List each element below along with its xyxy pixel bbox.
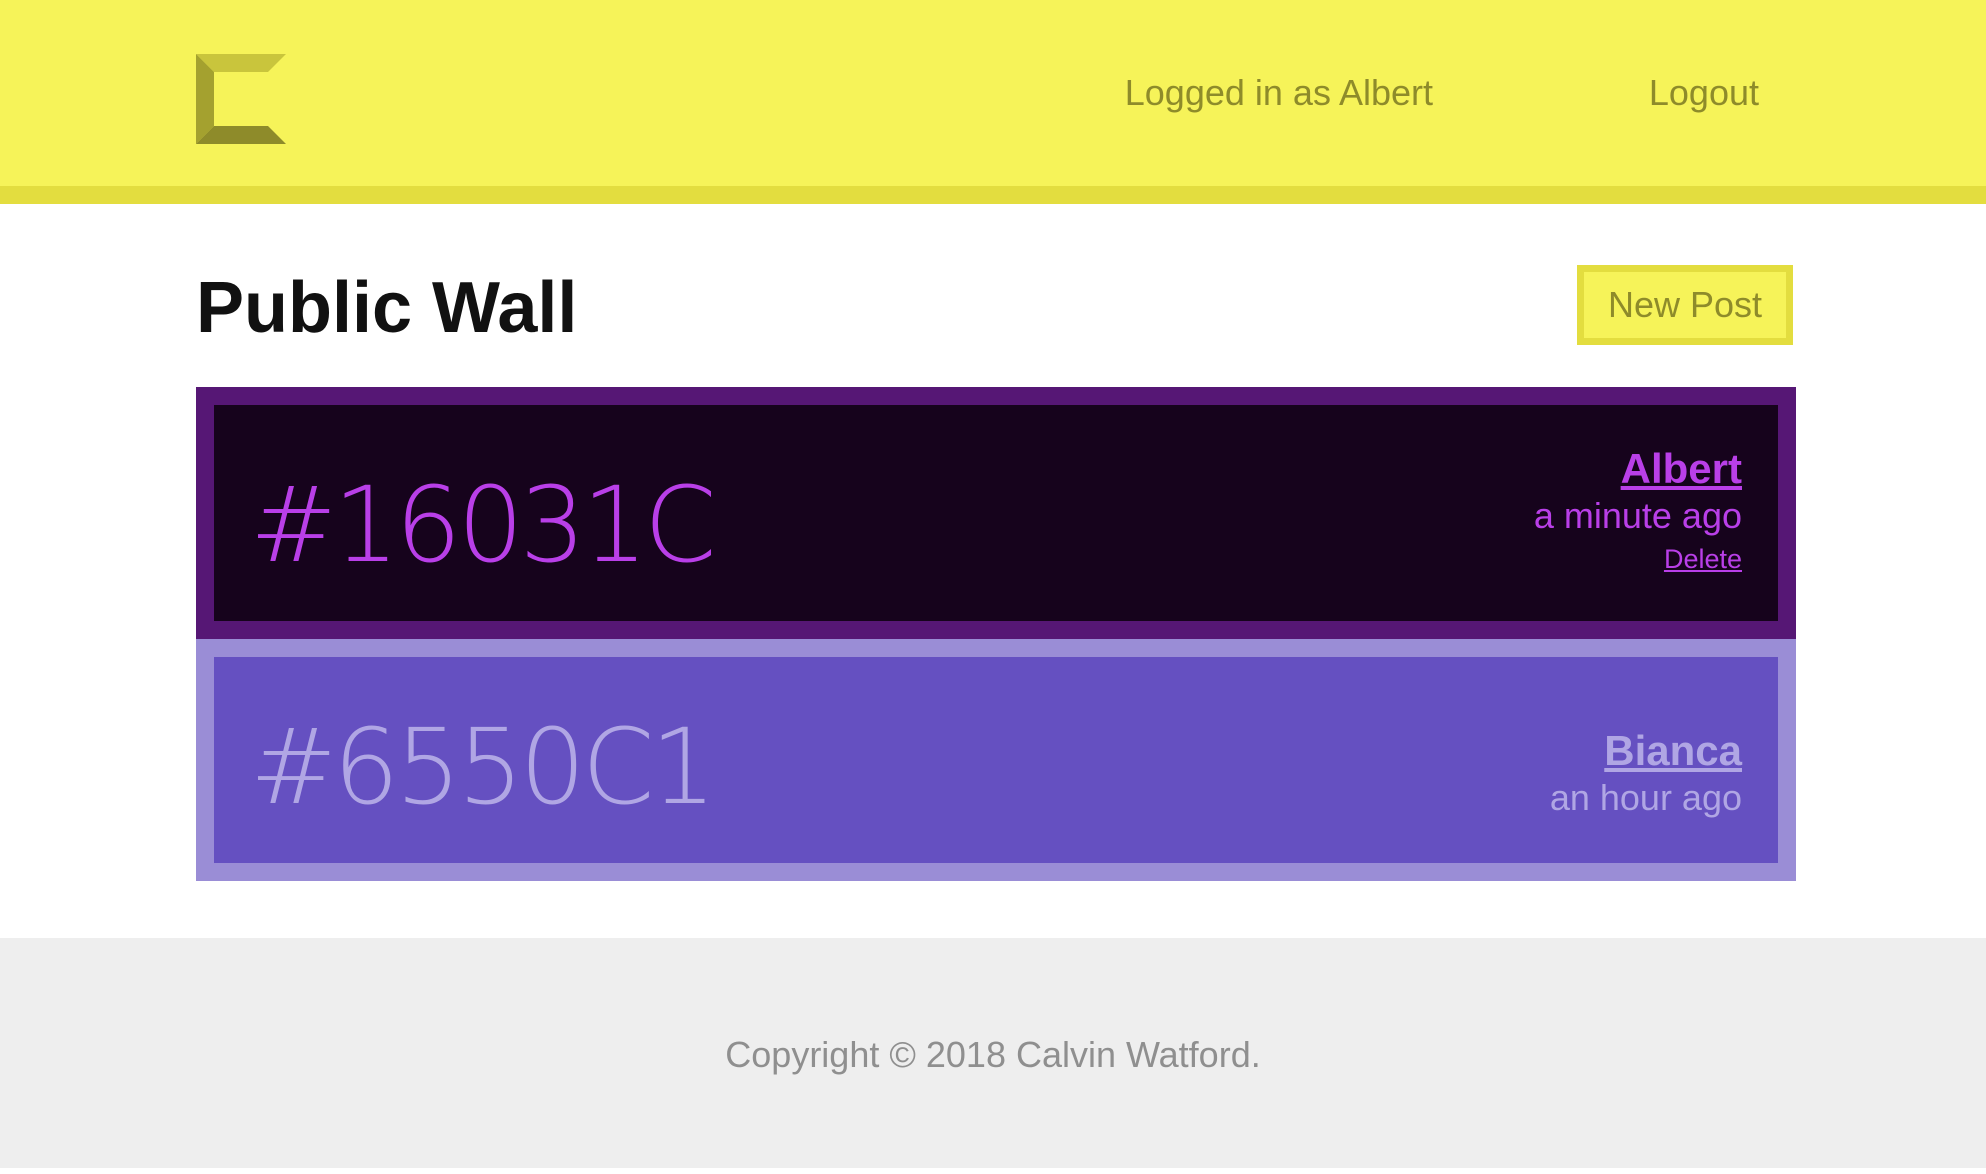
- post-meta: Albert a minute ago Delete: [1534, 445, 1742, 579]
- logout-link[interactable]: Logout: [1649, 70, 1759, 116]
- post-author-link[interactable]: Bianca: [1550, 727, 1742, 775]
- post-color-code: #16031C: [250, 464, 717, 586]
- post-card: #16031C Albert a minute ago Delete: [196, 387, 1796, 639]
- post-color-code: #6550C1: [250, 706, 717, 828]
- delete-post-link[interactable]: Delete: [1534, 539, 1742, 579]
- new-post-button[interactable]: New Post: [1577, 265, 1793, 345]
- post-card: #6550C1 Bianca an hour ago: [196, 639, 1796, 881]
- site-header: Logged in as Albert Logout: [0, 0, 1986, 204]
- copyright-text: Copyright © 2018 Calvin Watford.: [725, 1034, 1261, 1075]
- post-author-link[interactable]: Albert: [1534, 445, 1742, 493]
- calvin-c-logo-icon[interactable]: [196, 54, 286, 144]
- site-footer: Copyright © 2018 Calvin Watford.: [0, 938, 1986, 1168]
- logged-in-user-text: Logged in as Albert: [1124, 72, 1433, 113]
- post-timestamp: a minute ago: [1533, 495, 1742, 536]
- post-timestamp: an hour ago: [1549, 777, 1742, 818]
- post-meta: Bianca an hour ago: [1550, 727, 1742, 821]
- page-title: Public Wall: [196, 268, 578, 348]
